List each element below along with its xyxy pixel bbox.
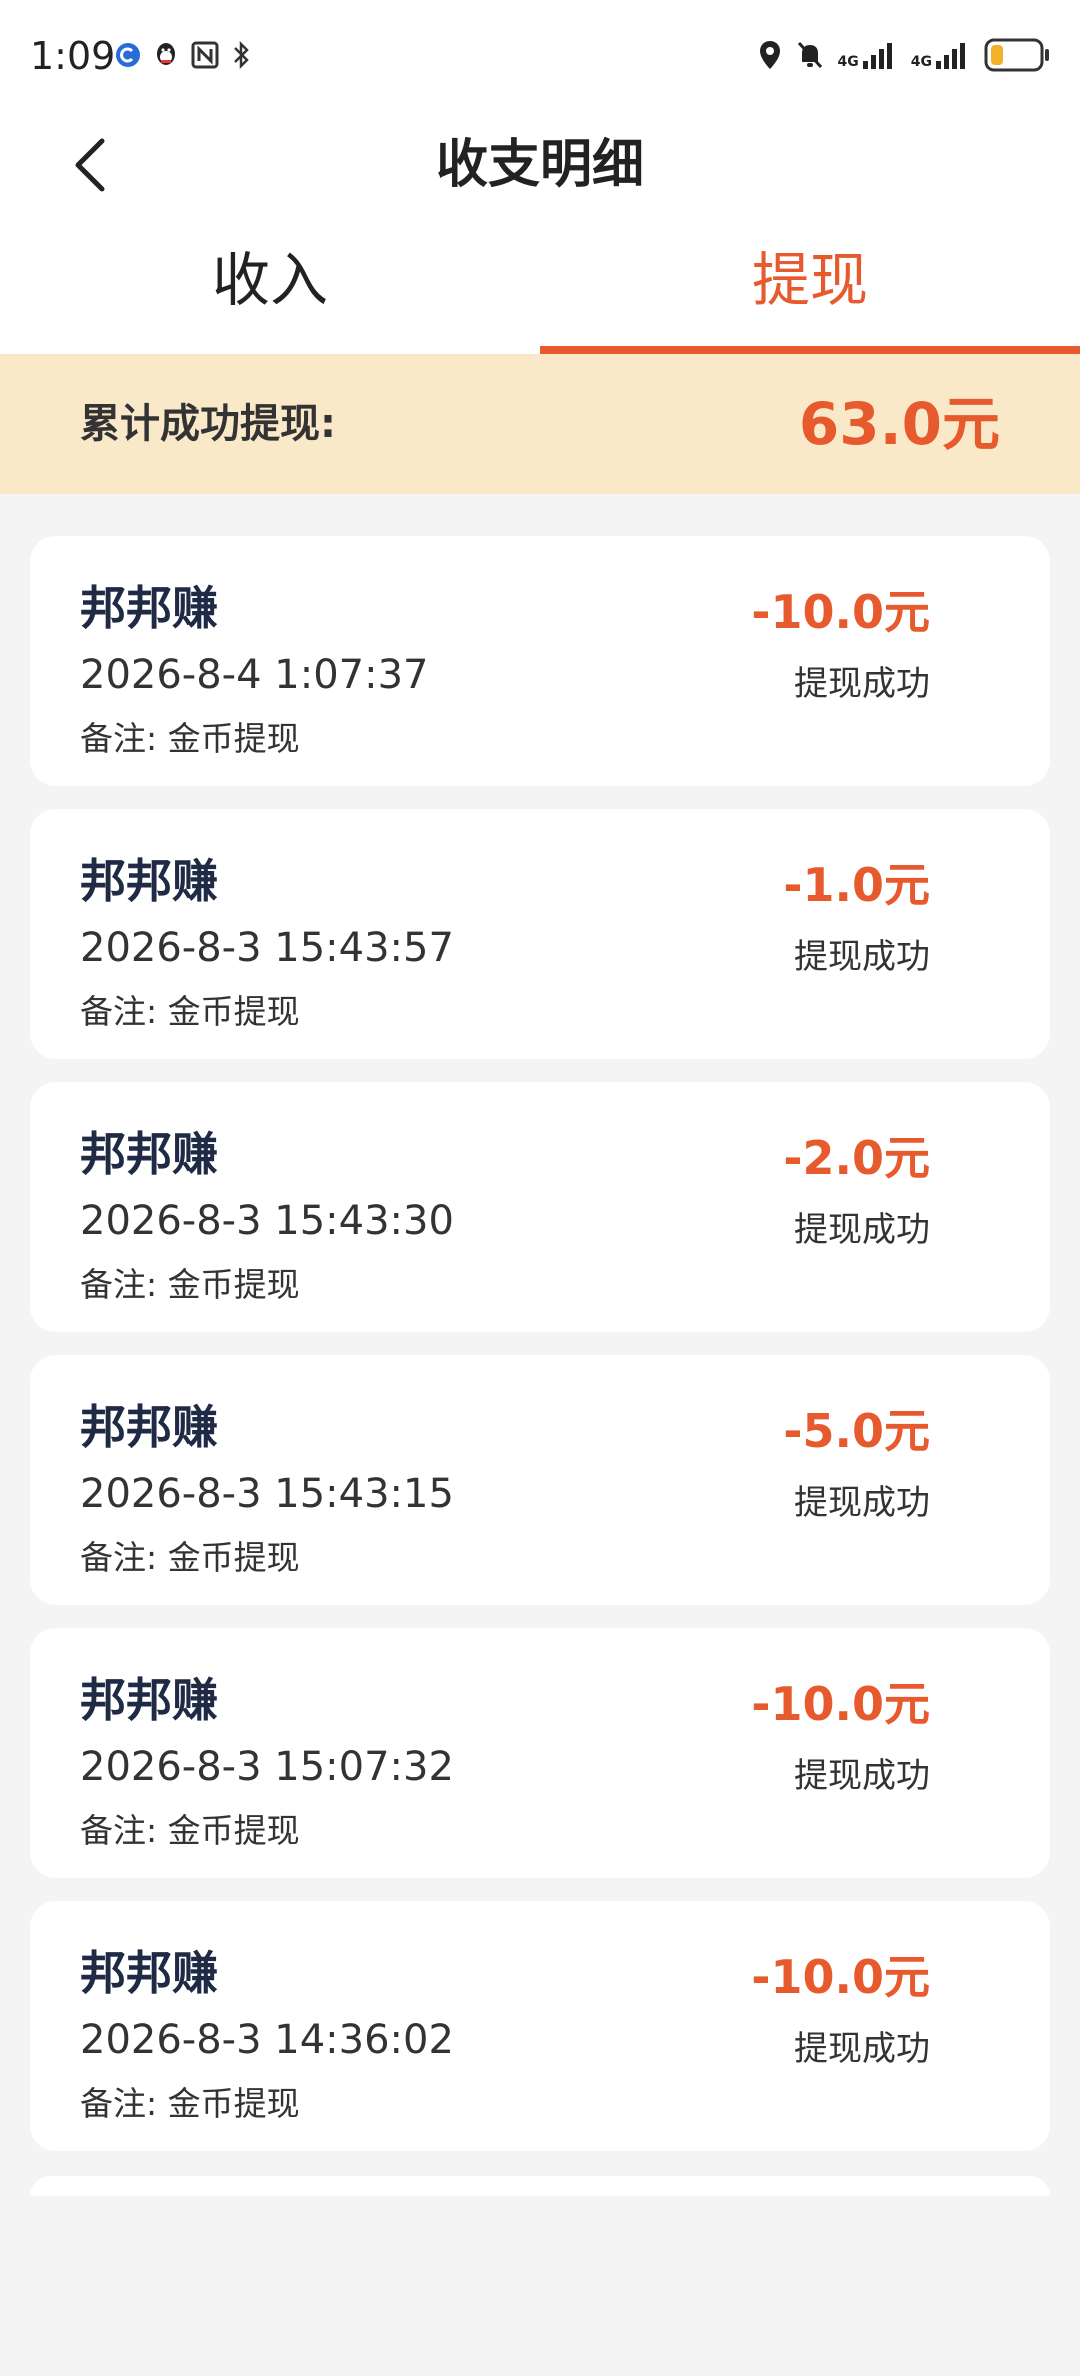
record-time: 2026-8-3 15:43:57 xyxy=(80,925,454,971)
status-left-icons xyxy=(115,40,251,70)
app-notification-icon xyxy=(116,43,140,67)
record-time: 2026-8-3 14:36:02 xyxy=(80,2017,454,2063)
status-right-icons: 4G 4G xyxy=(758,38,1050,72)
location-icon xyxy=(759,41,780,69)
record-amount: -5.0元 xyxy=(783,1404,930,1458)
record-title: 邦邦赚 xyxy=(80,1400,218,1454)
withdraw-summary: 累计成功提现: 63.0元 xyxy=(0,354,1080,494)
record-amount: -10.0元 xyxy=(751,1950,930,2004)
record-card[interactable]: 邦邦赚 2026-8-3 14:36:02 备注: 金币提现 -10.0元 提现… xyxy=(30,1901,1050,2151)
record-amount: -2.0元 xyxy=(783,1131,930,1185)
record-amount: -1.0元 xyxy=(783,858,930,912)
status-bar: 1:09 4G 4G xyxy=(0,0,1080,110)
tab-income[interactable]: 收入 xyxy=(0,220,540,354)
tab-withdraw[interactable]: 提现 xyxy=(540,220,1080,354)
record-time: 2026-8-3 15:07:32 xyxy=(80,1744,454,1790)
record-note: 备注: 金币提现 xyxy=(80,2084,300,2123)
record-note: 备注: 金币提现 xyxy=(80,719,300,758)
mute-bell-icon xyxy=(797,41,822,69)
signal-4g-icon: 4G xyxy=(838,41,897,69)
signal-4g-icon: 4G xyxy=(911,41,970,69)
record-title: 邦邦赚 xyxy=(80,1946,218,2000)
record-amount: -10.0元 xyxy=(751,1677,930,1731)
record-note: 备注: 金币提现 xyxy=(80,1811,300,1850)
record-card[interactable]: 邦邦赚 2026-8-3 15:07:32 备注: 金币提现 -10.0元 提现… xyxy=(30,1628,1050,1878)
record-time: 2026-8-4 1:07:37 xyxy=(80,652,429,698)
record-list[interactable]: 邦邦赚 2026-8-4 1:07:37 备注: 金币提现 -10.0元 提现成… xyxy=(30,536,1050,2174)
record-title: 邦邦赚 xyxy=(80,581,218,635)
status-time: 1:09 xyxy=(30,34,116,78)
record-status: 提现成功 xyxy=(794,1210,930,1250)
record-title: 邦邦赚 xyxy=(80,1673,218,1727)
record-status: 提现成功 xyxy=(794,1483,930,1523)
record-time: 2026-8-3 15:43:15 xyxy=(80,1471,454,1517)
summary-value: 63.0元 xyxy=(798,390,1000,458)
record-status: 提现成功 xyxy=(794,1756,930,1796)
record-card[interactable]: 邦邦赚 2026-8-3 15:43:57 备注: 金币提现 -1.0元 提现成… xyxy=(30,809,1050,1059)
page-title: 收支明细 xyxy=(435,135,644,195)
bluetooth-icon xyxy=(234,40,249,70)
summary-label: 累计成功提现: xyxy=(80,401,336,447)
record-card[interactable]: 邦邦赚 2026-8-3 15:43:30 备注: 金币提现 -2.0元 提现成… xyxy=(30,1082,1050,1332)
record-card-partial xyxy=(30,2176,1050,2196)
record-status: 提现成功 xyxy=(794,2029,930,2069)
qq-icon xyxy=(157,43,175,65)
record-note: 备注: 金币提现 xyxy=(80,1265,300,1304)
screen: 1:09 4G 4G 收支明细 收入 提现 累计成功提现: 63.0元 邦邦赚 … xyxy=(0,0,1080,2376)
record-amount: -10.0元 xyxy=(751,585,930,639)
record-card[interactable]: 邦邦赚 2026-8-3 15:43:15 备注: 金币提现 -5.0元 提现成… xyxy=(30,1355,1050,1605)
record-time: 2026-8-3 15:43:30 xyxy=(80,1198,454,1244)
record-title: 邦邦赚 xyxy=(80,854,218,908)
record-note: 备注: 金币提现 xyxy=(80,1538,300,1577)
record-status: 提现成功 xyxy=(794,937,930,977)
tab-bar: 收入 提现 xyxy=(0,220,1080,354)
record-status: 提现成功 xyxy=(794,664,930,704)
network-label: 4G xyxy=(910,54,932,70)
record-card[interactable]: 邦邦赚 2026-8-4 1:07:37 备注: 金币提现 -10.0元 提现成… xyxy=(30,536,1050,786)
header: 收支明细 xyxy=(0,110,1080,220)
record-note: 备注: 金币提现 xyxy=(80,992,300,1031)
record-title: 邦邦赚 xyxy=(80,1127,218,1181)
network-label: 4G xyxy=(837,54,859,70)
battery-low-icon xyxy=(984,38,1049,72)
nfc-icon xyxy=(191,41,219,69)
